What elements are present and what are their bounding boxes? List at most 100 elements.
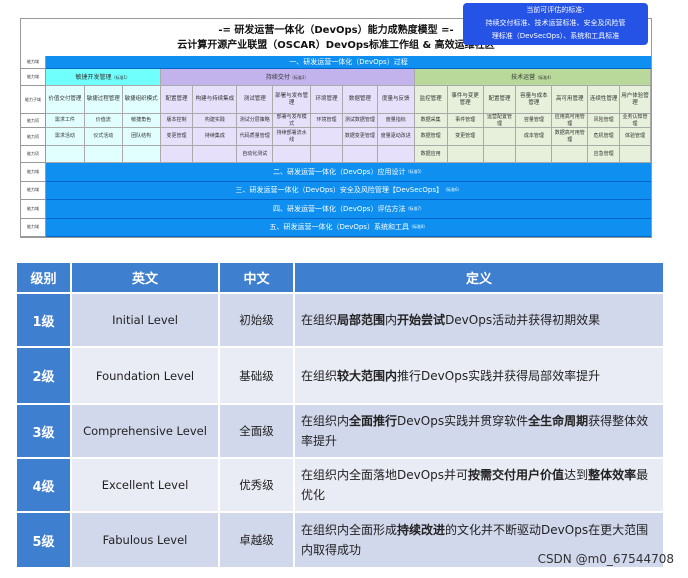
row-label: 能力项 (21, 114, 46, 128)
diagram-row: 能力子域 价值交付管理 敏捷过程管理 敏捷组织模式 配置管理 构建与持续集成 测试管理 部署与… (21, 86, 651, 114)
capability-item: 数据管理 (414, 128, 448, 146)
diagram-row: 能力项 需求工件 价值流 敏捷角色 版本控制 构建实践 测试分层策略 部署与发布模式 环境管理测… (21, 114, 651, 128)
diagram-row: 能力域 二、研发运营一体化（DevOps）应用设计 （标准5） (21, 163, 651, 182)
standard-bar-text: 二、研发运营一体化（DevOps）应用设计 (273, 167, 406, 176)
english-cell: Initial Level (70, 292, 220, 348)
chinese-cell: 初始级 (218, 292, 295, 348)
devops-maturity-diagram: -= 研发运营一体化（DevOps）能力成熟度模型 =- 云计算开源产业联盟（O… (20, 18, 652, 238)
definition-segment: 较大范围内 (337, 368, 398, 383)
capability-item (273, 146, 312, 163)
standard-bar: 三、研发运营一体化（DevOps）安全及风险管理【DevSecOps】 （标准6） (46, 181, 651, 200)
row-label: 能力域 (21, 181, 46, 200)
capability-item: 危机管理 (588, 128, 621, 146)
chinese-cell: 卓越级 (218, 511, 295, 569)
row-label: 能力域 (21, 163, 46, 182)
capability-item: 变更管理 (447, 128, 484, 146)
diagram-row: 能力域 敏捷开发管理 （标准1） 持续交付 （标准2） 技术运营 （标准4） (21, 69, 651, 86)
process-bar: 一、研发运营一体化（DevOps）过程 (46, 56, 651, 69)
capability-item: 体验管理 (620, 128, 651, 146)
capability-item: 构建实践 (193, 114, 238, 128)
capability-item: 容量管理 (516, 114, 553, 128)
header-level: 级别 (15, 263, 72, 294)
subdomain-header: 数据管理 (342, 86, 378, 114)
capability-item (193, 146, 238, 163)
definition-segment: 在组织 (301, 368, 338, 383)
capability-item: 变更管理 (160, 128, 194, 146)
capability-item: 测试数据管理 (342, 114, 378, 128)
capability-item: 数据应用 (414, 146, 448, 163)
definition-cell: 在组织局部范围内开始尝试DevOps活动并获得初期效果 (293, 292, 665, 348)
subdomain-header: 度量与反馈 (377, 86, 415, 114)
definition-segment: 全生命周期 (528, 414, 589, 428)
capability-item: 度量驱动改进 (377, 128, 415, 146)
english-cell: Foundation Level (70, 346, 220, 405)
capability-item: 成本管理 (516, 128, 553, 146)
capability-item: 风险管理 (588, 114, 621, 128)
group-tag: （标准2） (289, 74, 309, 80)
chinese-cell: 基础级 (218, 346, 295, 405)
header-english: 英文 (70, 263, 220, 294)
popup-line: 理标准（DevSecOps）、系统和工具标准 (491, 32, 620, 40)
definition-cell: 在组织较大范围内推行DevOps实践并获得局部效率提升 (293, 346, 665, 405)
capability-item (160, 146, 194, 163)
standard-bar: 二、研发运营一体化（DevOps）应用设计 （标准5） (46, 163, 651, 182)
group-header: 技术运营 （标准4） (414, 69, 651, 86)
capability-item: 业务认知管理 (620, 114, 651, 128)
level-cell: 2级 (15, 346, 72, 405)
subdomain-header: 事件与变更管理 (447, 86, 484, 114)
english-cell: Excellent Level (70, 457, 220, 513)
table-row: 2级 Foundation Level 基础级 在组织较大范围内推行DevOps实践并… (15, 346, 665, 405)
capability-item (84, 146, 123, 163)
standard-bar: 五、研发运营一体化（DevOps）系统和工具 （标准8） (46, 218, 651, 237)
capability-item: 敏捷角色 (122, 114, 161, 128)
capability-item: 应用高可用管理 (552, 114, 589, 128)
definition-cell: 在组织内全面推行DevOps实践并贯穿软件全生命周期获得整体效率提升 (293, 403, 665, 459)
capability-item: 环境管理 (311, 114, 343, 128)
definition-segment: 开始尝试 (397, 313, 446, 327)
diagram-row: 能力域 三、研发运营一体化（DevOps）安全及风险管理【DevSecOps】 （标… (21, 181, 651, 200)
english-cell: Comprehensive Level (70, 403, 220, 459)
subdomain-header: 构建与持续集成 (193, 86, 238, 114)
capability-item (122, 146, 161, 163)
subdomain-header: 敏捷过程管理 (84, 86, 123, 114)
capability-item: 代码质量管理 (237, 128, 274, 146)
standard-bar-text: 五、研发运营一体化（DevOps）系统和工具 (269, 223, 409, 232)
row-label: 能力域 (21, 56, 46, 69)
popup-line: 持续交付标准、技术运营标准、安全及风险管 (485, 19, 626, 27)
standard-bar-tag: （标准8） (408, 224, 428, 230)
capability-item (483, 128, 517, 146)
capability-item (45, 146, 85, 163)
group-header: 敏捷开发管理 （标准1） (45, 69, 161, 86)
capability-item: 自动化测试 (237, 146, 274, 163)
standard-bar: 四、研发运营一体化（DevOps）评估方法 （标准7） (46, 200, 651, 219)
subdomain-header: 测试管理 (237, 86, 274, 114)
subdomain-header: 用户体验管理 (620, 86, 651, 114)
table-row: 4级 Excellent Level 优秀级 在组织内全面落地DevOps并可按需交付… (15, 457, 665, 513)
capability-item: 需求工件 (45, 114, 85, 128)
diagram-row: 能力域 四、研发运营一体化（DevOps）评估方法 （标准7） (21, 200, 651, 219)
row-label: 能力域 (21, 200, 46, 219)
capability-item: 数据高可用管理 (552, 128, 589, 146)
level-cell: 1级 (15, 292, 72, 348)
capability-item: 数据采集 (414, 114, 448, 128)
capability-item: 应急管理 (588, 146, 621, 163)
capability-item (620, 146, 651, 163)
row-label: 能力域 (21, 69, 46, 86)
chinese-cell: 全面级 (218, 403, 295, 459)
group-tag: （标准1） (111, 74, 131, 80)
diagram-row: 能力域 一、研发运营一体化（DevOps）过程 (21, 56, 651, 69)
diagram-row: 能力项 需求活动 仪式活动 团队结构 变更管理 持续集成 代码质量管理 持续部署流水线 数据变更… (21, 128, 651, 146)
maturity-level-table: 级别 英文 中文 定义 1级 Initial Level 初始级 在组织局部范围内开始… (15, 263, 665, 569)
capability-item: 持续部署流水线 (273, 128, 312, 146)
definition-segment: DevOps活动并获得初期效果 (445, 313, 601, 327)
capability-item: 持续集成 (193, 128, 238, 146)
standards-popup: 当前可评估的标准: 持续交付标准、技术运营标准、安全及风险管 理标准（DevSe… (463, 3, 648, 45)
level-cell: 3级 (15, 403, 72, 459)
capability-item: 度量指标 (377, 114, 415, 128)
row-label: 能力子域 (21, 86, 46, 114)
capability-item: 团队结构 (122, 128, 161, 146)
capability-item: 需求活动 (45, 128, 85, 146)
subdomain-header: 环境管理 (311, 86, 343, 114)
subdomain-header: 价值交付管理 (45, 86, 85, 114)
capability-item: 数据变更管理 (342, 128, 378, 146)
